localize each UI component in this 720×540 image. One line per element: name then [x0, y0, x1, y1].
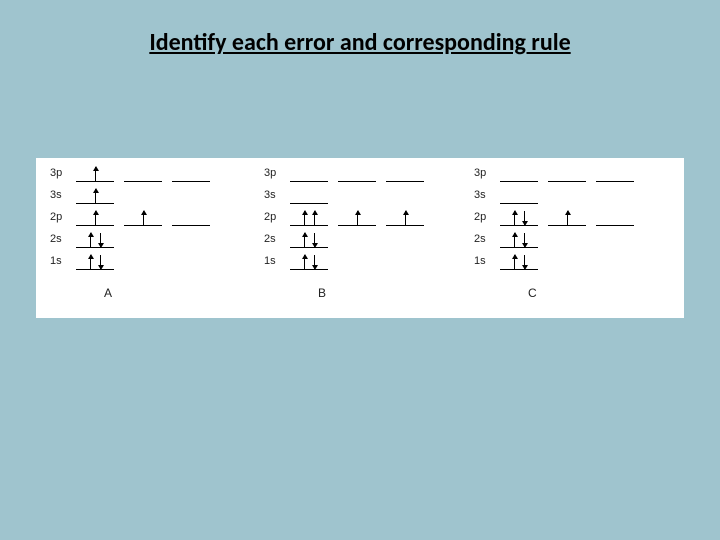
spin-up-icon [304, 211, 305, 225]
orbital-box [596, 164, 634, 182]
orbital-box [76, 208, 114, 226]
spin-up-icon [514, 255, 515, 269]
orbital-label: 3p [50, 167, 72, 179]
orbital-label: 1s [474, 255, 496, 267]
orbital-box [76, 186, 114, 204]
orbital-box [338, 164, 376, 182]
panel-a: 3p 3s 2p 2s [50, 158, 250, 318]
panel-b: 3p 3s 2p 2s [264, 158, 464, 318]
spin-up-icon [90, 255, 91, 269]
orbital-boxes [500, 252, 538, 270]
spin-up-icon [95, 167, 96, 181]
spin-up-icon [567, 211, 568, 225]
orbital-boxes [76, 208, 210, 226]
orbital-label: 1s [264, 255, 286, 267]
orbital-box [290, 208, 328, 226]
orbital-boxes [500, 208, 634, 226]
spin-down-icon [314, 233, 315, 247]
orbital-boxes [290, 252, 328, 270]
spin-down-icon [524, 233, 525, 247]
spin-down-icon [314, 255, 315, 269]
spin-up-icon [514, 211, 515, 225]
panel-label: C [528, 286, 537, 300]
orbital-boxes [500, 230, 538, 248]
spin-down-icon [100, 233, 101, 247]
orbital-box [124, 164, 162, 182]
spin-up-icon [314, 211, 315, 225]
spin-up-icon [405, 211, 406, 225]
spin-up-icon [143, 211, 144, 225]
orbital-box [290, 252, 328, 270]
orbital-box [548, 208, 586, 226]
orbital-box [290, 164, 328, 182]
page-title: Identify each error and corresponding ru… [0, 28, 720, 57]
orbital-boxes [500, 186, 538, 204]
spin-up-icon [95, 189, 96, 203]
orbital-box [290, 186, 328, 204]
spin-up-icon [304, 233, 305, 247]
orbital-label: 3s [264, 189, 286, 201]
orbital-label: 1s [50, 255, 72, 267]
orbital-label: 3p [264, 167, 286, 179]
orbital-box [76, 164, 114, 182]
orbital-box [386, 208, 424, 226]
orbital-box [172, 208, 210, 226]
panel-c: 3p 3s 2p 2s [474, 158, 674, 318]
spin-down-icon [524, 255, 525, 269]
orbital-label: 3s [474, 189, 496, 201]
spin-up-icon [90, 233, 91, 247]
orbital-box [76, 230, 114, 248]
orbital-boxes [290, 164, 424, 182]
orbital-boxes [76, 230, 114, 248]
spin-down-icon [524, 211, 525, 225]
orbital-boxes [76, 186, 114, 204]
orbital-label: 2s [50, 233, 72, 245]
orbital-boxes [76, 164, 210, 182]
orbital-box [500, 208, 538, 226]
orbital-label: 2p [474, 211, 496, 223]
spin-up-icon [304, 255, 305, 269]
orbital-box [500, 186, 538, 204]
orbital-label: 3s [50, 189, 72, 201]
spin-up-icon [95, 211, 96, 225]
spin-up-icon [357, 211, 358, 225]
orbital-box [500, 164, 538, 182]
orbital-boxes [290, 230, 328, 248]
orbital-box [596, 208, 634, 226]
panel-label: A [104, 286, 112, 300]
orbital-boxes [290, 208, 424, 226]
orbital-boxes [76, 252, 114, 270]
orbital-boxes [500, 164, 634, 182]
orbital-box [338, 208, 376, 226]
orbital-box [386, 164, 424, 182]
spin-down-icon [100, 255, 101, 269]
orbital-box [548, 164, 586, 182]
orbital-label: 3p [474, 167, 496, 179]
orbital-label: 2s [474, 233, 496, 245]
orbital-boxes [290, 186, 328, 204]
orbital-box [500, 252, 538, 270]
panel-label: B [318, 286, 326, 300]
orbital-label: 2p [50, 211, 72, 223]
orbital-box [76, 252, 114, 270]
orbital-diagram-figure: 3p 3s 2p 2s [36, 158, 684, 318]
spin-up-icon [514, 233, 515, 247]
orbital-label: 2s [264, 233, 286, 245]
orbital-box [172, 164, 210, 182]
orbital-label: 2p [264, 211, 286, 223]
orbital-box [500, 230, 538, 248]
orbital-box [124, 208, 162, 226]
orbital-box [290, 230, 328, 248]
